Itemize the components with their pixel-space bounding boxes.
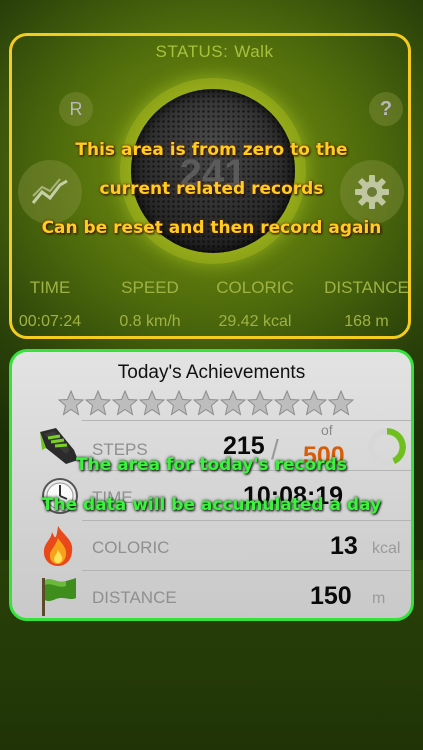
help-button[interactable]: ? (369, 92, 403, 126)
star-icon (139, 390, 165, 416)
flag-icon (42, 578, 76, 616)
annotation-line-1: This area is from zero to the (75, 140, 348, 160)
annotation-line-4: The area for today's records (76, 455, 347, 475)
distance-row-value: 150 (310, 582, 352, 610)
annotation-line-3: Can be reset and then record again (41, 218, 382, 238)
steps-goal-prefix: of (321, 422, 333, 438)
star-icon (58, 390, 84, 416)
star-icon (166, 390, 192, 416)
distance-value: 168 m (344, 313, 389, 330)
help-icon: ? (379, 97, 393, 120)
row-divider (82, 570, 411, 571)
star-icon (301, 390, 327, 416)
session-stat-labels: TIME SPEED COLORIC DISTANCE (0, 278, 423, 298)
annotation-line-5: The data will be accumulated a day (41, 495, 382, 515)
todays-achievements-panel: Today's Achievements STEPS 215 / of 500 … (9, 349, 414, 621)
row-divider (82, 420, 411, 421)
flame-icon (43, 526, 73, 566)
status-value: Walk (234, 42, 274, 61)
coloric-row-label: COLORIC (92, 538, 170, 557)
distance-row-label: DISTANCE (92, 588, 177, 607)
star-icon (247, 390, 273, 416)
star-icon (112, 390, 138, 416)
status-text: STATUS: Walk (0, 42, 423, 62)
rating-stars (58, 390, 354, 416)
speed-value: 0.8 km/h (119, 313, 181, 330)
star-icon (193, 390, 219, 416)
star-icon (85, 390, 111, 416)
time-value: 00:07:24 (18, 313, 82, 330)
reset-button[interactable]: R (59, 92, 93, 126)
speed-label: SPEED (121, 278, 179, 297)
row-divider (82, 520, 411, 521)
coloric-label: COLORIC (216, 278, 294, 297)
star-icon (220, 390, 246, 416)
annotation-line-2: current related records (99, 179, 324, 199)
coloric-row: COLORIC 13 kcal (12, 520, 411, 570)
distance-label: DISTANCE (324, 278, 409, 297)
session-stat-values: 00:07:24 0.8 km/h 29.42 kcal 168 m (0, 313, 423, 331)
coloric-row-unit: kcal (372, 540, 401, 557)
distance-row: DISTANCE 150 m (12, 570, 411, 618)
status-label: STATUS: (155, 42, 229, 61)
star-icon (328, 390, 354, 416)
achievements-title: Today's Achievements (117, 362, 306, 383)
coloric-value: 29.42 kcal (218, 313, 292, 330)
distance-row-unit: m (372, 590, 386, 607)
reset-label: R (69, 98, 83, 119)
coloric-row-value: 13 (330, 532, 358, 560)
time-label: TIME (29, 278, 71, 297)
star-icon (274, 390, 300, 416)
